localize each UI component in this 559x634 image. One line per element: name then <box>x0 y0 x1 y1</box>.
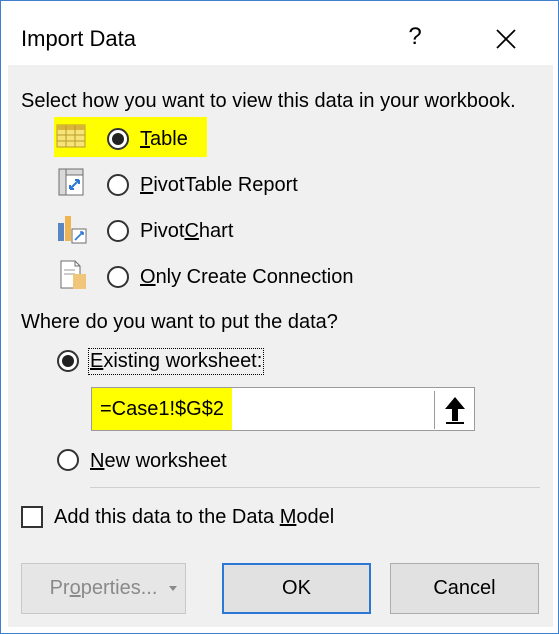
label-part: hart <box>198 220 234 242</box>
properties-button[interactable]: Properties... <box>21 563 186 614</box>
help-button[interactable]: ? <box>401 21 429 53</box>
reference-value: =Case1!$G$2 <box>92 388 232 430</box>
pivottable-option-label[interactable]: PivotTable Report <box>140 174 298 197</box>
collapse-dialog-button[interactable] <box>434 391 474 429</box>
label-accelerator: N <box>90 450 105 472</box>
cancel-button[interactable]: Cancel <box>390 563 539 614</box>
location-prompt: Where do you want to put the data? <box>21 311 338 333</box>
label-accelerator: o <box>69 577 81 599</box>
connection-option-label[interactable]: Only Create Connection <box>140 266 353 289</box>
view-prompt: Select how you want to view this data in… <box>21 90 516 112</box>
table-icon <box>56 122 86 152</box>
data-model-checkbox[interactable] <box>21 506 43 528</box>
existing-worksheet-radio[interactable] <box>57 350 79 372</box>
label-part: odel <box>296 506 335 528</box>
label-part: nly Create Connection <box>155 266 354 288</box>
label-part: Add this data to the Data <box>54 506 280 528</box>
label-part: ew worksheet <box>104 450 227 472</box>
label-accelerator: C <box>184 220 199 242</box>
label-accelerator: P <box>140 174 154 196</box>
ok-button[interactable]: OK <box>222 563 371 614</box>
dialog-title: Import Data <box>21 26 136 51</box>
table-option-label[interactable]: Table <box>140 128 188 151</box>
dialog-body: Select how you want to view this data in… <box>8 65 553 627</box>
close-icon <box>496 29 516 49</box>
existing-worksheet-label[interactable]: Existing worksheet: <box>87 348 265 375</box>
title-bar: Import Data ? <box>1 1 558 65</box>
pivottable-radio[interactable] <box>107 174 129 196</box>
label-accelerator: M <box>279 506 297 528</box>
connection-icon <box>58 259 88 289</box>
close-button[interactable] <box>486 19 526 59</box>
pivotchart-radio[interactable] <box>107 220 129 242</box>
divider <box>90 487 540 488</box>
label-part: ivotTable Report <box>153 174 298 196</box>
pivotchart-icon <box>56 213 87 244</box>
new-worksheet-label[interactable]: New worksheet <box>90 450 227 473</box>
pivotchart-option-label[interactable]: PivotChart <box>140 220 233 243</box>
up-arrow-icon <box>445 397 465 424</box>
data-model-label[interactable]: Add this data to the Data Model <box>54 506 334 529</box>
dropdown-caret-icon <box>169 586 177 591</box>
label-part: perties... <box>80 577 158 599</box>
table-radio[interactable] <box>107 128 129 150</box>
connection-radio[interactable] <box>107 266 129 288</box>
label-part: Pr <box>49 577 70 599</box>
import-data-dialog: Import Data ? Select how you want to vie… <box>0 0 559 634</box>
label-part: xisting worksheet: <box>103 350 263 372</box>
label-accelerator: T <box>140 128 150 150</box>
label-part: able <box>150 128 188 150</box>
pivottable-icon <box>57 167 87 197</box>
label-accelerator: E <box>90 350 104 372</box>
label-accelerator: O <box>140 266 156 288</box>
reference-input[interactable]: =Case1!$G$2 <box>91 387 475 431</box>
label-part: Pivot <box>140 220 185 242</box>
new-worksheet-radio[interactable] <box>57 449 79 471</box>
